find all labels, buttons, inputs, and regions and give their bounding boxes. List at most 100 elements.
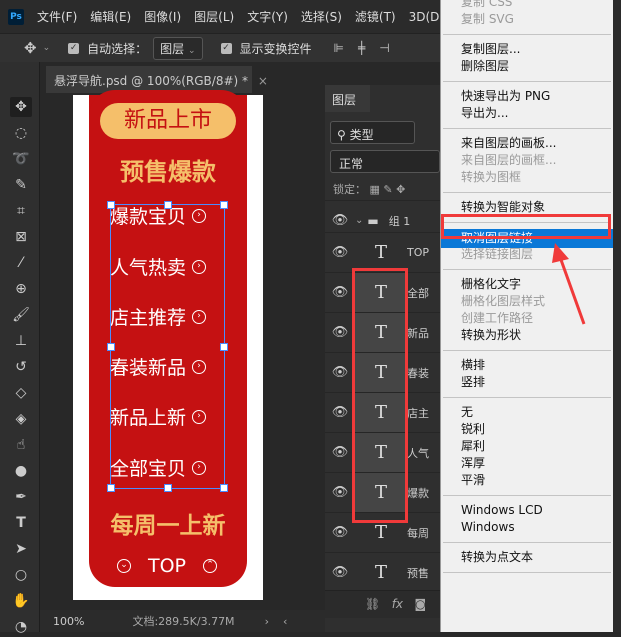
context-menu-item[interactable]: 横排 [441, 357, 614, 374]
menu-layer[interactable]: 图层(L) [194, 8, 234, 25]
menu-image[interactable]: 图像(I) [144, 8, 181, 25]
menu-separator [443, 34, 611, 35]
zoom-tool-icon[interactable]: ◔ [10, 617, 32, 637]
hand-tool-icon[interactable]: ✋ [10, 591, 32, 611]
ellipse-tool-icon[interactable]: ○ [10, 565, 32, 585]
transform-handle[interactable] [107, 201, 115, 209]
show-transform-checkbox[interactable]: ✓ [220, 42, 232, 54]
quick-select-tool-icon[interactable]: ✎ [10, 175, 32, 195]
context-menu-item[interactable]: 无 [441, 404, 614, 421]
context-menu-item[interactable]: 平滑 [441, 472, 614, 489]
context-menu-item[interactable]: 复制图层... [441, 41, 614, 58]
menu-separator [443, 572, 611, 573]
eye-icon[interactable]: 👁 [325, 565, 355, 580]
menu-separator [443, 495, 611, 496]
layer-row[interactable]: 👁 T 预售 [325, 552, 440, 592]
layer-name: 每周 [407, 526, 429, 540]
eye-icon[interactable]: 👁 [325, 485, 355, 500]
path-select-icon[interactable]: ➤ [10, 539, 32, 559]
document-tab[interactable]: 悬浮导航.psd @ 100%(RGB/8#) * × [46, 66, 268, 93]
transform-handle[interactable] [107, 484, 115, 492]
dodge-tool-icon[interactable]: ● [10, 461, 32, 481]
context-menu-item[interactable]: 来自图层的画板... [441, 135, 614, 152]
layer-filter-dropdown[interactable]: ⚲ 类型 [330, 121, 415, 144]
auto-select-dropdown[interactable]: 图层 ⌄ [153, 36, 203, 60]
menu-filter[interactable]: 滤镜(T) [355, 8, 396, 25]
transform-handle[interactable] [220, 484, 228, 492]
lock-brush-icon[interactable]: ✎ [383, 183, 392, 196]
link-icon[interactable]: ⛓ [365, 597, 380, 611]
transform-bounding-box[interactable] [107, 201, 228, 492]
panel-edge [613, 0, 621, 632]
layer-row[interactable]: 👁 T TOP [325, 232, 440, 272]
context-menu-item[interactable]: 犀利 [441, 438, 614, 455]
eyedropper-tool-icon[interactable]: ⁄ [10, 253, 32, 273]
history-brush-icon[interactable]: ↺ [10, 357, 32, 377]
align-center-icon[interactable]: ╪ [358, 41, 365, 55]
options-bar: ✥ ⌄ ✓ 自动选择： 图层 ⌄ ✓ 显示变换控件 ⊫ ╪ ⊣ [0, 33, 440, 62]
chevron-right-icon[interactable]: › [265, 615, 269, 628]
annotation-arrow [552, 243, 586, 325]
zoom-level[interactable]: 100% [53, 615, 84, 628]
brush-tool-icon[interactable]: 🖌 [10, 305, 32, 325]
eye-icon[interactable]: 👁 [325, 405, 355, 420]
context-menu-item[interactable]: Windows [441, 519, 614, 536]
lock-position-icon[interactable]: ✥ [396, 183, 405, 196]
fx-icon[interactable]: fx [392, 597, 403, 611]
context-menu-item: 复制 CSS [461, 0, 513, 9]
eye-icon[interactable]: 👁 [325, 445, 355, 460]
lasso-tool-icon[interactable]: ➰ [10, 149, 32, 169]
eraser-tool-icon[interactable]: ◇ [10, 383, 32, 403]
document-info[interactable]: 文档:289.5K/3.77M [132, 613, 234, 629]
context-menu-item[interactable]: 转换为点文本 [441, 549, 614, 566]
menu-edit[interactable]: 编辑(E) [90, 8, 131, 25]
close-tab-icon[interactable]: × [258, 74, 268, 88]
healing-tool-icon[interactable]: ⊕ [10, 279, 32, 299]
lock-transparency-icon[interactable]: ▦ [370, 183, 380, 196]
crop-tool-icon[interactable]: ⌗ [10, 201, 32, 221]
pen-tool-icon[interactable]: ✒ [10, 487, 32, 507]
menu-separator [443, 128, 611, 129]
menu-3d[interactable]: 3D(D) [409, 10, 444, 24]
smudge-tool-icon[interactable]: ☝ [10, 435, 32, 455]
type-tool-icon[interactable]: T [10, 513, 32, 533]
context-menu-item[interactable]: Windows LCD [441, 502, 614, 519]
eye-icon[interactable]: 👁 [325, 213, 355, 228]
menu-type[interactable]: 文字(Y) [247, 8, 288, 25]
auto-select-checkbox[interactable]: ✓ [68, 42, 80, 54]
context-menu-item[interactable]: 删除图层 [441, 58, 614, 75]
context-menu-item[interactable]: 竖排 [441, 374, 614, 391]
frame-tool-icon[interactable]: ⊠ [10, 227, 32, 247]
chevron-down-icon[interactable]: ⌄ [355, 215, 363, 226]
layers-tab[interactable]: 图层 [325, 85, 370, 112]
transform-handle[interactable] [107, 343, 115, 351]
align-right-icon[interactable]: ⊣ [379, 41, 389, 55]
context-menu-item[interactable]: 导出为... [441, 105, 614, 122]
eye-icon[interactable]: 👁 [325, 525, 355, 540]
move-tool-icon[interactable]: ✥ [10, 97, 32, 117]
menu-select[interactable]: 选择(S) [301, 8, 342, 25]
eye-icon[interactable]: 👁 [325, 325, 355, 340]
transform-handle[interactable] [220, 343, 228, 351]
arrow-head [552, 243, 569, 263]
eye-icon[interactable]: 👁 [325, 365, 355, 380]
menu-file[interactable]: 文件(F) [37, 8, 77, 25]
transform-handle[interactable] [220, 201, 228, 209]
paint-bucket-icon[interactable]: ◈ [10, 409, 32, 429]
chevron-down-icon[interactable]: ⌄ [43, 43, 51, 53]
transform-handle[interactable] [164, 201, 172, 209]
chevron-left-icon[interactable]: ‹ [283, 615, 287, 628]
blend-mode-dropdown[interactable]: 正常 [330, 150, 440, 173]
context-menu-item[interactable]: 浑厚 [441, 455, 614, 472]
eye-icon[interactable]: 👁 [325, 245, 355, 260]
move-icon[interactable]: ✥ [24, 39, 37, 57]
context-menu-item[interactable]: 锐利 [441, 421, 614, 438]
layer-name: 爆款 [407, 486, 429, 500]
context-menu-item[interactable]: 快速导出为 PNG [441, 88, 614, 105]
transform-handle[interactable] [164, 484, 172, 492]
eye-icon[interactable]: 👁 [325, 285, 355, 300]
align-left-icon[interactable]: ⊫ [334, 41, 344, 55]
mask-icon[interactable]: ◙ [414, 597, 426, 611]
marquee-tool-icon[interactable]: ◌ [10, 123, 32, 143]
stamp-tool-icon[interactable]: ⊥ [10, 331, 32, 351]
